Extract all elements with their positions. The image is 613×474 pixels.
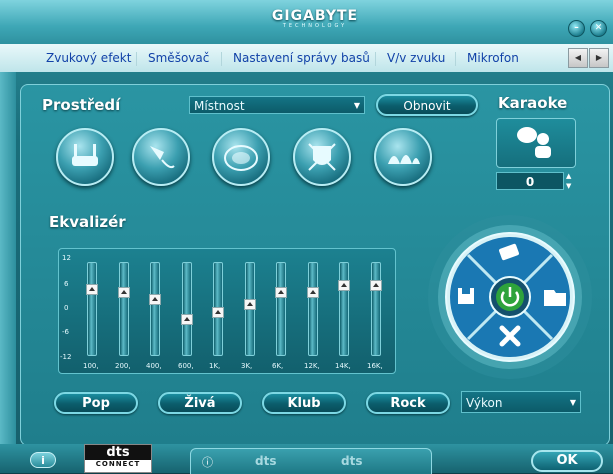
- power-icon[interactable]: [489, 276, 531, 318]
- tab-audio-io[interactable]: V/v zvuku: [387, 51, 445, 65]
- environment-stadium-button[interactable]: [212, 128, 270, 186]
- environment-opera-house-button[interactable]: [374, 128, 432, 186]
- tab-mixer[interactable]: Směšovač: [148, 51, 209, 65]
- preset-pop-button[interactable]: Pop: [54, 392, 138, 414]
- eq-band-frequency-label: 16K,: [367, 362, 383, 370]
- eq-band-knob[interactable]: [212, 307, 224, 318]
- karaoke-singer-icon: [517, 127, 551, 158]
- chevron-down-icon: ▼: [353, 101, 360, 110]
- tab-divider: [221, 52, 222, 66]
- environment-label: Prostředí: [42, 96, 121, 114]
- karaoke-label: Karaoke: [498, 94, 568, 112]
- tab-sound-effect[interactable]: Zvukový efekt: [46, 51, 131, 65]
- eq-band-slider[interactable]: [339, 262, 349, 356]
- equalizer-control-wheel: [428, 215, 592, 379]
- dts-info-icon[interactable]: ⓘ: [202, 454, 213, 470]
- arrow-left-icon: ◀: [574, 53, 582, 62]
- reset-button[interactable]: Obnovit: [376, 94, 478, 116]
- eq-band-slider[interactable]: [87, 262, 97, 356]
- karaoke-value-field[interactable]: 0: [496, 172, 564, 190]
- dts-tab-2[interactable]: dts: [341, 454, 362, 468]
- tab-bass-management[interactable]: Nastavení správy basů: [233, 51, 370, 65]
- eq-band-frequency-label: 6K,: [272, 362, 284, 370]
- minimize-icon: –: [574, 23, 579, 33]
- tab-divider: [136, 52, 137, 66]
- gigabyte-logo: GIGABYTE TECHNOLOGY: [262, 8, 368, 38]
- karaoke-button[interactable]: [496, 118, 576, 168]
- tab-scroll-left-button[interactable]: ◀: [568, 48, 588, 68]
- preset-live-button[interactable]: Živá: [158, 392, 242, 414]
- eq-band-slider[interactable]: [276, 262, 286, 356]
- stadium-icon: [224, 145, 258, 171]
- chevron-down-icon: ▼: [569, 398, 576, 407]
- environment-select[interactable]: Místnost ▼: [189, 96, 365, 114]
- ok-button[interactable]: OK: [531, 450, 603, 472]
- eq-band-slider[interactable]: [119, 262, 129, 356]
- eq-band-frequency-label: 400,: [146, 362, 162, 370]
- dts-logo-text: dts: [85, 445, 151, 460]
- preset-club-button[interactable]: Klub: [262, 392, 346, 414]
- info-button[interactable]: i: [30, 452, 56, 468]
- eq-band-frequency-label: 14K,: [335, 362, 351, 370]
- spin-up-icon[interactable]: ▲: [566, 172, 571, 180]
- eq-band-frequency-label: 3K,: [241, 362, 253, 370]
- eq-scale-label: 0: [64, 304, 69, 312]
- tab-divider: [375, 52, 376, 66]
- tab-divider: [455, 52, 456, 66]
- dts-feature-tabs: ⓘ dts dts: [190, 448, 432, 474]
- opera-house-icon: [388, 155, 420, 164]
- eq-band-slider[interactable]: [182, 262, 192, 356]
- eq-band-knob[interactable]: [307, 287, 319, 298]
- eq-band-slider[interactable]: [308, 262, 318, 356]
- eq-band-slider[interactable]: [150, 262, 160, 356]
- eq-band-knob[interactable]: [149, 294, 161, 305]
- shower-icon: [150, 146, 175, 169]
- dts-logo-subtext: CONNECT: [95, 460, 141, 468]
- environment-bathroom-button[interactable]: [56, 128, 114, 186]
- audio-manager-window: GIGABYTE TECHNOLOGY – ✕ Zvukový efekt Sm…: [0, 0, 613, 474]
- tab-bar: Zvukový efekt Směšovač Nastavení správy …: [0, 44, 613, 72]
- minimize-button[interactable]: –: [568, 20, 585, 37]
- arrow-right-icon: ▶: [595, 53, 603, 62]
- eq-band-frequency-label: 12K,: [304, 362, 320, 370]
- eq-band-knob[interactable]: [181, 314, 193, 325]
- dts-connect-logo: dts CONNECT: [84, 444, 152, 473]
- eq-band-frequency-label: 1K,: [209, 362, 221, 370]
- equalizer-label: Ekvalizér: [49, 213, 126, 231]
- tab-microphone[interactable]: Mikrofon: [467, 51, 519, 65]
- eq-band-knob[interactable]: [338, 280, 350, 291]
- spin-down-icon[interactable]: ▼: [566, 182, 571, 190]
- eq-band-frequency-label: 100,: [83, 362, 99, 370]
- eq-preset-select[interactable]: Výkon ▼: [461, 391, 581, 413]
- eq-preset-selected-value: Výkon: [466, 396, 503, 410]
- eq-band-knob[interactable]: [118, 287, 130, 298]
- brand-name: GIGABYTE: [271, 8, 359, 24]
- eq-scale-label: 12: [62, 254, 71, 262]
- close-button[interactable]: ✕: [590, 20, 607, 37]
- environment-selected-value: Místnost: [194, 99, 245, 113]
- eq-scale-label: 6: [64, 280, 69, 288]
- eq-band-slider[interactable]: [371, 262, 381, 356]
- save-icon[interactable]: [458, 288, 474, 304]
- eq-band-frequency-label: 600,: [178, 362, 194, 370]
- eq-scale-label: -6: [62, 328, 69, 336]
- eq-band-knob[interactable]: [86, 284, 98, 295]
- tab-scroll-right-button[interactable]: ▶: [589, 48, 609, 68]
- colosseum-icon: [308, 143, 336, 171]
- bathroom-icon: [72, 144, 98, 166]
- eq-scale-label: -12: [60, 353, 72, 361]
- eq-band-frequency-label: 200,: [115, 362, 131, 370]
- eq-band-knob[interactable]: [244, 299, 256, 310]
- title-bar: GIGABYTE TECHNOLOGY – ✕: [0, 0, 613, 44]
- environment-shower-button[interactable]: [132, 128, 190, 186]
- left-edge-strip: [0, 72, 16, 452]
- dts-tab-1[interactable]: dts: [255, 454, 276, 468]
- preset-rock-button[interactable]: Rock: [366, 392, 450, 414]
- eq-band-knob[interactable]: [370, 280, 382, 291]
- environment-colosseum-button[interactable]: [293, 128, 351, 186]
- close-icon: ✕: [594, 23, 603, 33]
- eq-band-knob[interactable]: [275, 287, 287, 298]
